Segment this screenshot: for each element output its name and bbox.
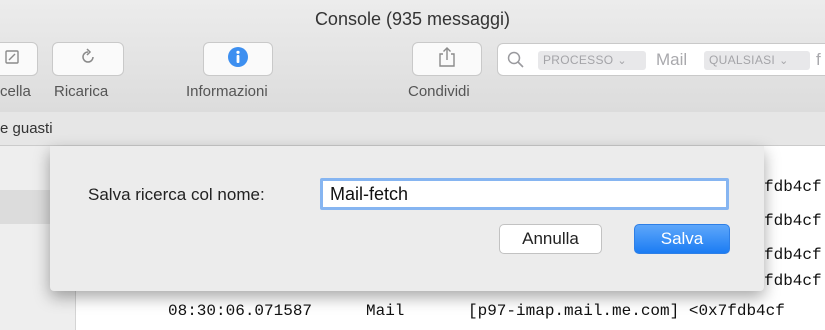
share-label: Condividi (408, 83, 470, 100)
save-button[interactable]: Salva (634, 224, 730, 254)
log-message-fragment: fdb4cf (764, 272, 822, 290)
log-message-fragment: fdb4cf (764, 246, 822, 264)
reload-icon (78, 47, 98, 72)
info-icon (227, 46, 249, 73)
cancel-button[interactable]: Annulla (499, 224, 602, 254)
info-button[interactable] (203, 42, 273, 76)
any-token[interactable]: QUALSIASI ⌄ (704, 51, 810, 70)
process-token-label: PROCESSO (543, 53, 614, 67)
favorite-item[interactable]: e guasti (0, 120, 53, 137)
search-field[interactable]: PROCESSO ⌄ Mail QUALSIASI ⌄ f (497, 43, 825, 76)
log-process: Mail (366, 302, 405, 320)
reload-button[interactable] (52, 42, 124, 76)
log-message-fragment: fdb4cf (764, 212, 822, 230)
process-token-value: Mail (656, 50, 688, 69)
log-time: 08:30:06.071587 (168, 302, 313, 320)
share-icon (437, 46, 457, 73)
clear-label: cella (0, 83, 31, 100)
search-icon (507, 51, 525, 74)
chevron-down-icon: ⌄ (617, 55, 627, 67)
save-search-dialog: Salva ricerca col nome: Annulla Salva (50, 146, 764, 291)
clear-icon (3, 48, 21, 71)
chevron-down-icon: ⌄ (779, 55, 789, 67)
search-query-text: f (816, 50, 821, 69)
dialog-prompt: Salva ricerca col nome: (88, 185, 265, 204)
search-name-input[interactable] (320, 178, 729, 210)
log-row[interactable]: 08:30:06.071587 Mail [p97-imap.mail.me.c… (76, 298, 825, 324)
log-message: [p97-imap.mail.me.com] <0x7fdb4cf (468, 302, 785, 320)
toolbar: Console (935 messaggi) cella Ricarica In… (0, 0, 825, 113)
reload-label: Ricarica (54, 83, 109, 100)
any-token-label: QUALSIASI (709, 53, 776, 67)
log-message-fragment: fdb4cf (764, 178, 822, 196)
info-label: Informazioni (186, 83, 268, 100)
share-button[interactable] (412, 42, 482, 76)
favorites-bar: e guasti (0, 112, 825, 146)
window-title: Console (935 messaggi) (314, 9, 511, 29)
process-token[interactable]: PROCESSO ⌄ (538, 51, 646, 70)
clear-button[interactable] (0, 42, 38, 76)
